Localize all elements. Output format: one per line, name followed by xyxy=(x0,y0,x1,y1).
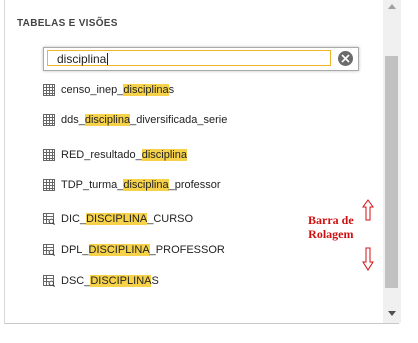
search-match-highlight: disciplina xyxy=(84,114,131,126)
item-suffix: _diversificada_serie xyxy=(130,114,228,126)
search-match-highlight: DISCIPLINA xyxy=(90,275,152,287)
close-icon xyxy=(341,54,350,63)
search-match-highlight: disciplina xyxy=(141,149,187,161)
view-icon xyxy=(43,275,55,287)
view-icon xyxy=(43,244,55,256)
annotation-line-2: Rolagem xyxy=(308,227,354,241)
item-suffix: _professor xyxy=(168,179,221,191)
item-prefix: DIC_ xyxy=(61,213,87,225)
vertical-scrollbar[interactable] xyxy=(383,0,401,323)
search-match-highlight: disciplina xyxy=(123,84,169,96)
annotation-line-1: Barra de xyxy=(308,213,354,227)
item-prefix: dds_ xyxy=(61,114,85,126)
item-prefix: TDP_turma_ xyxy=(61,179,124,191)
search-match-highlight: DISCIPLINA xyxy=(88,244,150,256)
item-prefix: DPL_ xyxy=(61,244,89,256)
table-icon xyxy=(43,179,55,191)
text-caret xyxy=(107,53,109,65)
search-box[interactable]: disciplina xyxy=(43,47,359,71)
up-arrow-icon xyxy=(362,199,374,221)
item-suffix: S xyxy=(151,275,159,287)
scrollbar-thumb[interactable] xyxy=(385,56,398,288)
view-icon xyxy=(43,213,55,225)
search-input-value: disciplina xyxy=(57,52,107,66)
table-icon xyxy=(43,84,55,96)
section-title: TABELAS E VISÕES xyxy=(17,18,118,29)
search-input[interactable]: disciplina xyxy=(47,50,331,66)
scroll-down-arrow-icon[interactable] xyxy=(388,311,396,316)
tables-views-panel: TABELAS E VISÕES disciplina censo_inep_d… xyxy=(4,0,401,324)
table-icon xyxy=(43,114,55,126)
item-suffix: _CURSO xyxy=(147,213,194,225)
item-suffix: _PROFESSOR xyxy=(149,244,225,256)
scrollbar-annotation: Barra de Rolagem xyxy=(308,213,354,241)
item-prefix: censo_inep_ xyxy=(61,84,124,96)
search-match-highlight: disciplina xyxy=(123,179,169,191)
table-icon xyxy=(43,149,55,161)
item-prefix: RED_resultado_ xyxy=(61,149,142,161)
item-suffix: s xyxy=(168,84,175,96)
clear-search-button[interactable] xyxy=(338,51,353,66)
down-arrow-icon xyxy=(362,247,374,271)
item-prefix: DSC_ xyxy=(61,275,91,287)
search-match-highlight: DISCIPLINA xyxy=(86,213,148,225)
scroll-up-arrow-icon[interactable] xyxy=(388,4,396,9)
